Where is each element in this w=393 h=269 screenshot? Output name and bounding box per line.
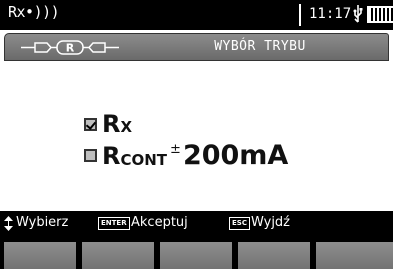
mode-options: R X R CONT ± 200mA xyxy=(4,62,389,210)
enter-key-icon: ENTER xyxy=(98,217,130,230)
status-bar: Rx•))) 11:17 xyxy=(0,0,393,30)
soft-key-5[interactable] xyxy=(316,242,393,269)
soft-key-bar xyxy=(0,236,393,269)
rx-subscript: X xyxy=(120,118,133,136)
rx-label: R xyxy=(102,110,121,138)
esc-key-icon: ESC xyxy=(229,217,250,230)
rx-checkbox[interactable] xyxy=(84,117,97,131)
hint-accept: Akceptuj xyxy=(131,215,188,230)
clock: 11:17 xyxy=(309,6,352,22)
cable-icon-label: R xyxy=(66,42,75,55)
rcont-checkbox[interactable] xyxy=(84,149,97,162)
rcont-label: R xyxy=(102,141,121,170)
meter-screen: Rx•))) 11:17 R WYBÓR TRYBU R X R CONT ± … xyxy=(0,0,393,269)
hint-bar: Wybierz ENTER Akceptuj ESC Wyjdź xyxy=(0,211,393,236)
soft-key-4[interactable] xyxy=(238,242,310,269)
page-title: WYBÓR TRYBU xyxy=(214,39,306,54)
up-down-arrows-icon xyxy=(4,216,13,231)
battery-icon xyxy=(367,6,393,23)
soft-key-2[interactable] xyxy=(82,242,154,269)
option-rcont[interactable]: R CONT ± 200mA xyxy=(84,142,288,169)
soft-key-3[interactable] xyxy=(160,242,232,269)
hint-exit: Wyjdź xyxy=(251,215,291,230)
rcont-subscript: CONT xyxy=(120,151,168,169)
measurement-mode-indicator: Rx•))) xyxy=(8,3,60,21)
rcont-current-value: 200mA xyxy=(182,140,289,171)
status-divider xyxy=(299,4,301,26)
rcont-plus-minus: ± xyxy=(170,142,181,157)
title-bar: R WYBÓR TRYBU xyxy=(4,33,389,61)
hint-select: Wybierz xyxy=(16,215,69,230)
soft-key-1[interactable] xyxy=(4,242,76,269)
cable-probe-icon: R xyxy=(21,40,119,55)
option-rx[interactable]: R X xyxy=(84,112,132,136)
usb-icon xyxy=(353,5,363,23)
